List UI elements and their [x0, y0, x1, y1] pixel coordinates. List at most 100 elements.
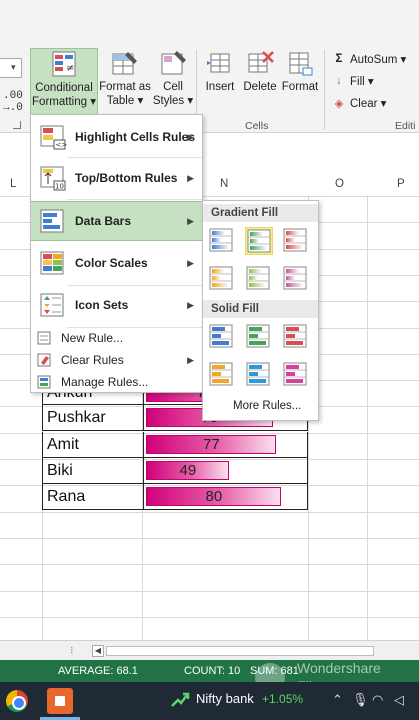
menu-separator: [67, 199, 202, 200]
row-gridline: [0, 617, 419, 618]
column-header-n[interactable]: N: [220, 178, 228, 194]
autosum-label: AutoSum ▾: [350, 54, 407, 66]
chevron-down-icon[interactable]: ▾: [11, 62, 16, 73]
gradient-data-bar-option[interactable]: [208, 265, 236, 293]
cell-styles-icon: [161, 51, 186, 75]
chevron-right-icon: ▶: [187, 257, 194, 268]
insert-label: Insert: [205, 81, 235, 93]
value-cell[interactable]: 77: [203, 436, 220, 453]
name-cell[interactable]: Rana: [47, 488, 85, 506]
name-cell[interactable]: Biki: [47, 462, 73, 480]
table-row[interactable]: Biki 49: [42, 457, 308, 484]
eraser-icon: ◈: [334, 98, 344, 110]
clear-rules-icon: [37, 353, 51, 367]
autosum-button[interactable]: Σ AutoSum ▾: [332, 52, 407, 66]
menu-item-label: Clear Rules: [61, 353, 124, 367]
solid-data-bar-option[interactable]: [208, 323, 236, 351]
format-as-table-label-2: Table ▾: [106, 95, 144, 107]
menu-item-label: Highlight Cells Rules: [75, 130, 196, 144]
menu-item-top-bottom-rules[interactable]: 10 Top/Bottom Rules ▶: [31, 158, 202, 198]
svg-text:<>: <>: [56, 141, 68, 149]
menu-item-data-bars[interactable]: Data Bars ▶: [31, 201, 202, 241]
cell-styles-label-1: Cell: [163, 81, 183, 93]
format-button[interactable]: Format: [279, 48, 321, 118]
gradient-data-bar-option[interactable]: [245, 265, 273, 293]
value-cell[interactable]: 80: [206, 488, 223, 505]
status-average: AVERAGE: 68.1: [58, 665, 138, 677]
fill-button[interactable]: ↓ Fill ▾: [332, 74, 374, 88]
solid-data-bar-option[interactable]: [208, 361, 236, 389]
format-as-table-button[interactable]: Format as Table ▾: [98, 48, 152, 118]
gradient-data-bar-option[interactable]: [245, 227, 273, 255]
menu-item-clear-rules[interactable]: Clear Rules ▶: [31, 349, 202, 371]
chevron-right-icon: ▶: [187, 299, 194, 310]
solid-data-bar-option[interactable]: [245, 361, 273, 389]
solid-data-bar-option[interactable]: [282, 361, 310, 389]
menu-item-manage-rules[interactable]: Manage Rules...: [31, 371, 202, 393]
column-header-p[interactable]: P: [397, 178, 405, 194]
solid-data-bar-option[interactable]: [245, 323, 273, 351]
menu-item-label: Data Bars: [75, 214, 132, 228]
scroll-left-button[interactable]: ◀: [92, 645, 104, 657]
insert-button[interactable]: Insert: [200, 48, 240, 118]
chevron-right-icon: ▶: [187, 172, 194, 183]
taskbar: Nifty bank +1.05% ⌃ 🎙 ◠ ◁: [0, 682, 419, 720]
status-count: COUNT: 10: [184, 665, 241, 677]
editing-group-label: Editi: [395, 120, 416, 132]
column-gridline: [367, 195, 368, 640]
cells-group-label: Cells: [245, 120, 269, 132]
conditional-formatting-menu: <> Highlight Cells Rules ▶ 10 Top/Bottom…: [30, 114, 203, 393]
conditional-formatting-label-2: Formatting ▾: [32, 96, 96, 108]
color-scales-icon: [40, 251, 64, 275]
column-header-o[interactable]: O: [335, 178, 344, 194]
dialog-launcher-icon[interactable]: [13, 121, 21, 129]
column-header-l[interactable]: L: [10, 178, 16, 194]
format-cells-icon: [289, 52, 313, 76]
app-icon[interactable]: [47, 688, 73, 714]
row-gridline: [0, 564, 419, 565]
stock-name[interactable]: Nifty bank: [196, 691, 254, 706]
clear-label: Clear ▾: [350, 98, 387, 110]
solid-data-bar-option[interactable]: [282, 323, 310, 351]
fill-down-icon: ↓: [336, 75, 342, 87]
svg-text:≠: ≠: [66, 63, 74, 74]
watermark-line-1: Wondershare: [297, 660, 381, 676]
delete-button[interactable]: Delete: [241, 48, 279, 118]
microphone-icon[interactable]: 🎙: [352, 692, 369, 708]
menu-item-icon-sets[interactable]: Icon Sets ▶: [31, 285, 202, 325]
stock-change: +1.05%: [262, 692, 304, 706]
clear-button[interactable]: ◈ Clear ▾: [332, 96, 387, 110]
value-cell[interactable]: 49: [180, 462, 197, 479]
gradient-data-bar-option[interactable]: [208, 227, 236, 255]
manage-rules-icon: [37, 375, 51, 389]
highlight-cells-rules-icon: <>: [40, 125, 68, 150]
chevron-up-icon[interactable]: ⌃: [332, 692, 343, 708]
data-bars-icon: [40, 209, 64, 233]
table-row[interactable]: Amit 77: [42, 431, 308, 458]
table-row[interactable]: Rana 80: [42, 484, 308, 511]
tab-splitter-icon[interactable]: ⁝: [70, 644, 74, 657]
name-cell[interactable]: Pushkar: [47, 409, 106, 427]
gradient-data-bar-option[interactable]: [282, 227, 310, 255]
scrollbar-thumb[interactable]: [106, 646, 374, 656]
menu-item-highlight-cells-rules[interactable]: <> Highlight Cells Rules ▶: [31, 117, 202, 157]
volume-icon[interactable]: ◁: [394, 692, 404, 708]
wifi-icon[interactable]: ◠: [372, 692, 383, 708]
menu-item-color-scales[interactable]: Color Scales ▶: [31, 243, 202, 283]
chrome-icon[interactable]: [6, 690, 28, 712]
menu-item-new-rule[interactable]: New Rule...: [31, 327, 202, 349]
gradient-data-bar-option[interactable]: [282, 265, 310, 293]
cell-styles-button[interactable]: Cell Styles ▾: [152, 48, 194, 118]
top-bottom-rules-icon: 10: [40, 166, 66, 191]
more-rules-link[interactable]: More Rules...: [233, 400, 301, 412]
svg-text:10: 10: [55, 183, 64, 191]
sum-icon: Σ: [335, 53, 343, 65]
decrease-decimal-button[interactable]: .00 →.0: [3, 90, 23, 114]
conditional-formatting-button[interactable]: ≠ Conditional Formatting ▾: [30, 48, 98, 118]
row-gridline: [0, 512, 419, 513]
stock-up-icon: [171, 692, 190, 707]
conditional-formatting-label-1: Conditional: [35, 82, 93, 94]
cell-styles-label-2: Styles ▾: [152, 95, 194, 107]
name-cell[interactable]: Amit: [47, 436, 79, 454]
format-as-table-icon: [112, 52, 137, 75]
